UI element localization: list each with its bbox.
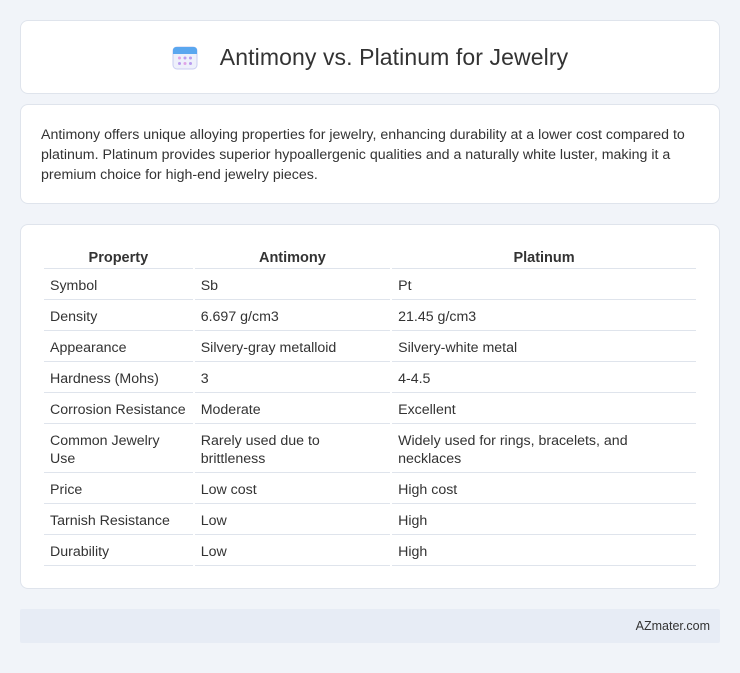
intro-card: Antimony offers unique alloying properti… bbox=[20, 104, 720, 204]
column-header-platinum: Platinum bbox=[392, 245, 696, 269]
table-header-row: Property Antimony Platinum bbox=[44, 245, 696, 269]
table-row: Common Jewelry Use Rarely used due to br… bbox=[44, 424, 696, 473]
property-cell: Price bbox=[44, 473, 193, 504]
intro-text: Antimony offers unique alloying properti… bbox=[41, 127, 685, 183]
antimony-cell: 3 bbox=[194, 362, 391, 393]
calendar-icon bbox=[172, 46, 198, 70]
platinum-cell: Pt bbox=[392, 269, 696, 300]
table-row: Durability Low High bbox=[44, 535, 696, 566]
antimony-cell: Silvery-gray metalloid bbox=[194, 331, 391, 362]
footer-bar: AZmater.com bbox=[20, 609, 720, 643]
table-row: Hardness (Mohs) 3 4-4.5 bbox=[44, 362, 696, 393]
table-row: Density 6.697 g/cm3 21.45 g/cm3 bbox=[44, 300, 696, 331]
comparison-card: Property Antimony Platinum Symbol Sb Pt … bbox=[20, 224, 720, 589]
antimony-cell: Low bbox=[194, 504, 391, 535]
antimony-cell: Low cost bbox=[194, 473, 391, 504]
antimony-cell: 6.697 g/cm3 bbox=[194, 300, 391, 331]
table-row: Symbol Sb Pt bbox=[44, 269, 696, 300]
property-cell: Durability bbox=[44, 535, 193, 566]
platinum-cell: Silvery-white metal bbox=[392, 331, 696, 362]
property-cell: Hardness (Mohs) bbox=[44, 362, 193, 393]
antimony-cell: Rarely used due to brittleness bbox=[194, 424, 391, 473]
property-cell: Density bbox=[44, 300, 193, 331]
platinum-cell: High cost bbox=[392, 473, 696, 504]
property-cell: Corrosion Resistance bbox=[44, 393, 193, 424]
property-cell: Tarnish Resistance bbox=[44, 504, 193, 535]
table-row: Appearance Silvery-gray metalloid Silver… bbox=[44, 331, 696, 362]
table-row: Price Low cost High cost bbox=[44, 473, 696, 504]
antimony-cell: Low bbox=[194, 535, 391, 566]
platinum-cell: Excellent bbox=[392, 393, 696, 424]
antimony-cell: Moderate bbox=[194, 393, 391, 424]
footer-site-link[interactable]: AZmater.com bbox=[636, 619, 710, 633]
property-cell: Symbol bbox=[44, 269, 193, 300]
header-card: Antimony vs. Platinum for Jewelry bbox=[20, 20, 720, 94]
table-row: Tarnish Resistance Low High bbox=[44, 504, 696, 535]
platinum-cell: 21.45 g/cm3 bbox=[392, 300, 696, 331]
platinum-cell: High bbox=[392, 535, 696, 566]
column-header-antimony: Antimony bbox=[194, 245, 391, 269]
platinum-cell: Widely used for rings, bracelets, and ne… bbox=[392, 424, 696, 473]
table-row: Corrosion Resistance Moderate Excellent bbox=[44, 393, 696, 424]
platinum-cell: 4-4.5 bbox=[392, 362, 696, 393]
property-cell: Common Jewelry Use bbox=[44, 424, 193, 473]
page-title: Antimony vs. Platinum for Jewelry bbox=[219, 43, 569, 70]
property-cell: Appearance bbox=[44, 331, 193, 362]
comparison-table: Property Antimony Platinum Symbol Sb Pt … bbox=[42, 245, 698, 566]
platinum-cell: High bbox=[392, 504, 696, 535]
column-header-property: Property bbox=[44, 245, 193, 269]
antimony-cell: Sb bbox=[194, 269, 391, 300]
